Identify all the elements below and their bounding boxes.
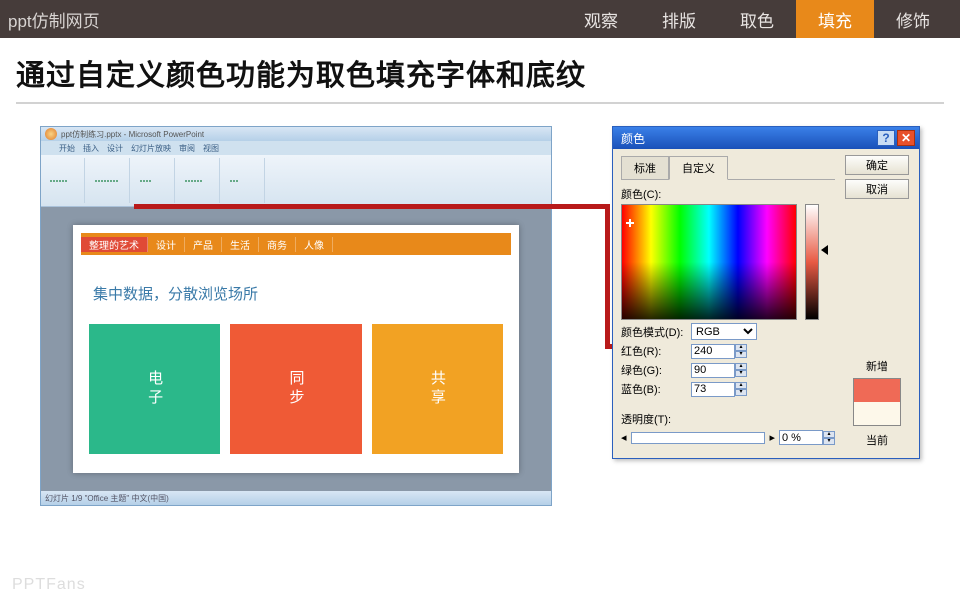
ribbon-tab[interactable]: 设计: [107, 143, 123, 154]
color-label: 颜色(C):: [621, 186, 835, 202]
dialog-titlebar[interactable]: 颜色 ? ✕: [613, 127, 919, 149]
luminance-slider[interactable]: [805, 204, 819, 320]
ribbon-group[interactable]: [179, 158, 220, 203]
powerpoint-window: ppt仿制练习.pptx - Microsoft PowerPoint 开始 插…: [40, 126, 552, 506]
green-label: 绿色(G):: [621, 362, 687, 378]
nav-pickcolor[interactable]: 取色: [718, 0, 796, 38]
transparency-label: 透明度(T):: [621, 411, 687, 427]
ribbon-tab[interactable]: 视图: [203, 143, 219, 154]
ppt-slide[interactable]: 整理的艺术 设计 产品 生活 商务 人像 集中数据，分散浏览场所 电子 同步 共…: [73, 225, 519, 473]
cancel-button[interactable]: 取消: [845, 179, 909, 199]
blue-label: 蓝色(B):: [621, 381, 687, 397]
tab-standard[interactable]: 标准: [621, 156, 669, 180]
ribbon-tab[interactable]: 审阅: [179, 143, 195, 154]
title-underline: [16, 102, 944, 104]
nav-layout[interactable]: 排版: [640, 0, 718, 38]
spin-down-icon[interactable]: ▾: [735, 370, 747, 377]
ppt-titlebar: ppt仿制练习.pptx - Microsoft PowerPoint: [41, 127, 551, 141]
nav-fill[interactable]: 填充: [796, 0, 874, 38]
transparency-input[interactable]: [779, 430, 823, 445]
current-color-swatch: [854, 402, 900, 425]
ppt-slide-area: 整理的艺术 设计 产品 生活 商务 人像 集中数据，分散浏览场所 电子 同步 共…: [41, 207, 551, 491]
blue-input[interactable]: [691, 382, 735, 397]
luminance-arrow-icon[interactable]: [821, 245, 828, 255]
close-icon[interactable]: ✕: [897, 130, 915, 146]
slide-block: 同步: [230, 324, 361, 454]
spin-down-icon[interactable]: ▾: [823, 438, 835, 445]
slide-heading: 集中数据，分散浏览场所: [81, 255, 511, 324]
ribbon-group[interactable]: [134, 158, 175, 203]
new-color-swatch: [854, 379, 900, 402]
color-swatch: [853, 378, 901, 426]
ribbon-tab[interactable]: 插入: [83, 143, 99, 154]
top-bar: ppt仿制网页 观察 排版 取色 填充 修饰: [0, 0, 960, 38]
slide-nav-item: 人像: [296, 237, 333, 252]
spin-up-icon[interactable]: ▴: [735, 344, 747, 351]
connector-line: [605, 204, 610, 348]
transparency-slider[interactable]: [631, 432, 766, 444]
slide-nav-item: 整理的艺术: [81, 237, 148, 252]
nav-decorate[interactable]: 修饰: [874, 0, 952, 38]
help-icon[interactable]: ?: [877, 130, 895, 146]
color-mode-label: 颜色模式(D):: [621, 324, 687, 340]
slider-left-icon[interactable]: ◂: [621, 431, 627, 444]
top-nav: 观察 排版 取色 填充 修饰: [562, 0, 952, 38]
ribbon-tab[interactable]: 开始: [59, 143, 75, 154]
office-orb-icon[interactable]: [45, 128, 57, 140]
spin-up-icon[interactable]: ▴: [823, 431, 835, 438]
tab-custom[interactable]: 自定义: [669, 156, 728, 180]
slide-block: 共享: [372, 324, 503, 454]
dialog-title: 颜色: [621, 130, 645, 147]
page-title: 通过自定义颜色功能为取色填充字体和底纹: [0, 38, 960, 102]
slide-block: 电子: [89, 324, 220, 454]
ok-button[interactable]: 确定: [845, 155, 909, 175]
slide-nav-item: 设计: [148, 237, 185, 252]
spin-down-icon[interactable]: ▾: [735, 389, 747, 396]
ribbon-tab[interactable]: 幻灯片放映: [131, 143, 171, 154]
ribbon-group[interactable]: [44, 158, 85, 203]
slide-topnav: 整理的艺术 设计 产品 生活 商务 人像: [81, 233, 511, 255]
new-swatch-label: 新增: [866, 358, 888, 374]
red-input[interactable]: [691, 344, 735, 359]
color-dialog: 颜色 ? ✕ 标准 自定义 颜色(C):: [612, 126, 920, 459]
slide-nav-item: 生活: [222, 237, 259, 252]
dialog-tabs: 标准 自定义: [621, 155, 835, 180]
watermark: PPTFans: [12, 576, 86, 594]
ppt-window-title: ppt仿制练习.pptx - Microsoft PowerPoint: [61, 129, 204, 140]
spin-down-icon[interactable]: ▾: [735, 351, 747, 358]
ribbon-group[interactable]: [89, 158, 130, 203]
spin-up-icon[interactable]: ▴: [735, 363, 747, 370]
nav-observe[interactable]: 观察: [562, 0, 640, 38]
ppt-ribbon-tabs: 开始 插入 设计 幻灯片放映 审阅 视图: [41, 141, 551, 155]
ppt-statusbar: 幻灯片 1/9 "Office 主题" 中文(中国): [41, 491, 551, 505]
slide-blocks: 电子 同步 共享: [81, 324, 511, 454]
ribbon-group[interactable]: [224, 158, 265, 203]
spectrum-crosshair-icon[interactable]: [626, 219, 634, 227]
color-mode-select[interactable]: RGB: [691, 323, 757, 340]
spin-up-icon[interactable]: ▴: [735, 382, 747, 389]
green-input[interactable]: [691, 363, 735, 378]
slider-right-icon[interactable]: ▸: [769, 431, 775, 444]
dialog-body: 标准 自定义 颜色(C): 颜色模式(D): RGB 红: [613, 149, 919, 458]
red-label: 红色(R):: [621, 343, 687, 359]
ppt-ribbon: [41, 155, 551, 207]
slide-nav-item: 产品: [185, 237, 222, 252]
color-spectrum[interactable]: [621, 204, 797, 320]
current-swatch-label: 当前: [866, 432, 888, 448]
slide-nav-item: 商务: [259, 237, 296, 252]
app-title: ppt仿制网页: [8, 7, 562, 32]
